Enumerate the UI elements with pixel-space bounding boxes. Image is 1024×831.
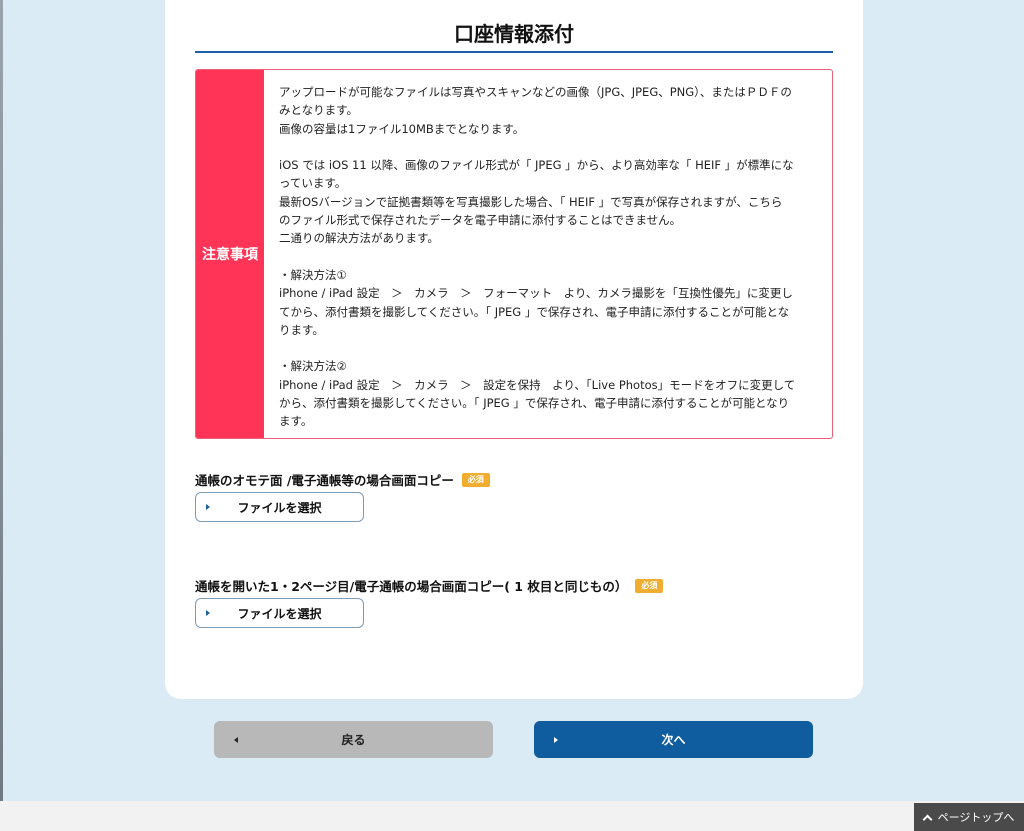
back-button-label: 戻る bbox=[341, 733, 366, 747]
notice-gap bbox=[279, 248, 818, 266]
file-button-label: ファイルを選択 bbox=[237, 606, 322, 621]
notice-line: iPhone / iPad 設定 ＞ カメラ ＞ 設定を保持 より、「Live … bbox=[279, 377, 796, 392]
upload1-file-button[interactable]: ファイルを選択 bbox=[195, 492, 364, 522]
notice-line: っています。 bbox=[279, 176, 347, 191]
notice-label: 注意事項 bbox=[196, 70, 264, 438]
arrow-left-icon bbox=[234, 736, 238, 743]
required-badge: 必須 bbox=[635, 578, 664, 593]
notice-line: iOS では iOS 11 以降、画像のファイル形式が「 JPEG 」から、より… bbox=[279, 158, 794, 173]
window-edge bbox=[0, 0, 3, 831]
next-button-label: 次へ bbox=[661, 733, 686, 747]
upload2-label: 通帳を開いた1・2ページ目/電子通帳の場合画面コピー( 1 枚目と同じもの） 必… bbox=[195, 576, 664, 595]
footer bbox=[0, 801, 1024, 831]
notice-gap bbox=[279, 339, 818, 357]
arrow-right-icon bbox=[206, 610, 210, 616]
page-title: 口座情報添付 bbox=[454, 22, 574, 46]
notice-line: 画像の容量は1ファイル10MBまでとなります。 bbox=[279, 121, 525, 136]
notice-gap bbox=[279, 138, 818, 156]
notice-line: 最新OSバージョンで証拠書類等を写真撮影した場合、「 HEIF 」で写真が保存さ… bbox=[279, 194, 783, 209]
arrow-right-icon bbox=[554, 736, 558, 743]
notice-line: 二通りの解決方法があります。 bbox=[279, 231, 439, 246]
notice-line: アップロードが可能なファイルは写真やスキャンなどの画像（JPG、JPEG、PNG… bbox=[279, 85, 792, 99]
notice-box: 注意事項 アップロードが可能なファイルは写真やスキャンなどの画像（JPG、JPE… bbox=[195, 69, 833, 439]
chevron-up-icon bbox=[922, 814, 933, 824]
file-button-label: ファイルを選択 bbox=[237, 500, 322, 515]
notice-line: みとなります。 bbox=[279, 103, 359, 118]
back-button[interactable]: 戻る bbox=[214, 721, 493, 758]
page-top-label: ページトップへ bbox=[937, 811, 1015, 824]
notice-line: から、添付書類を撮影してください。「 JPEG 」で保存され、電子申請に添付する… bbox=[279, 396, 790, 411]
notice-line: ・解決方法① bbox=[279, 267, 347, 282]
required-badge: 必須 bbox=[461, 472, 490, 487]
notice-text: アップロードが可能なファイルは写真やスキャンなどの画像（JPG、JPEG、PNG… bbox=[264, 70, 832, 438]
page-top-button[interactable]: ページトップへ bbox=[914, 803, 1024, 831]
notice-line: ・解決方法② bbox=[279, 359, 347, 374]
upload2-label-text: 通帳を開いた1・2ページ目/電子通帳の場合画面コピー( 1 枚目と同じもの） bbox=[195, 579, 628, 594]
upload1-label: 通帳のオモテ面 /電子通帳等の場合画面コピー 必須 bbox=[195, 470, 490, 489]
notice-line: のファイル形式で保存されたデータを電子申請に添付することはできません。 bbox=[279, 213, 682, 228]
notice-line: てから、添付書類を撮影してください。「 JPEG 」で保存され、電子申請に添付す… bbox=[279, 304, 790, 319]
notice-line: ります。 bbox=[279, 322, 324, 337]
title-underline bbox=[195, 51, 833, 53]
upload1-label-text: 通帳のオモテ面 /電子通帳等の場合画面コピー bbox=[195, 473, 454, 488]
next-button[interactable]: 次へ bbox=[534, 721, 813, 758]
upload2-file-button[interactable]: ファイルを選択 bbox=[195, 598, 364, 628]
notice-line: ます。 bbox=[279, 414, 313, 429]
arrow-right-icon bbox=[206, 504, 210, 510]
notice-line: iPhone / iPad 設定 ＞ カメラ ＞ フォーマット より、カメラ撮影… bbox=[279, 286, 793, 301]
